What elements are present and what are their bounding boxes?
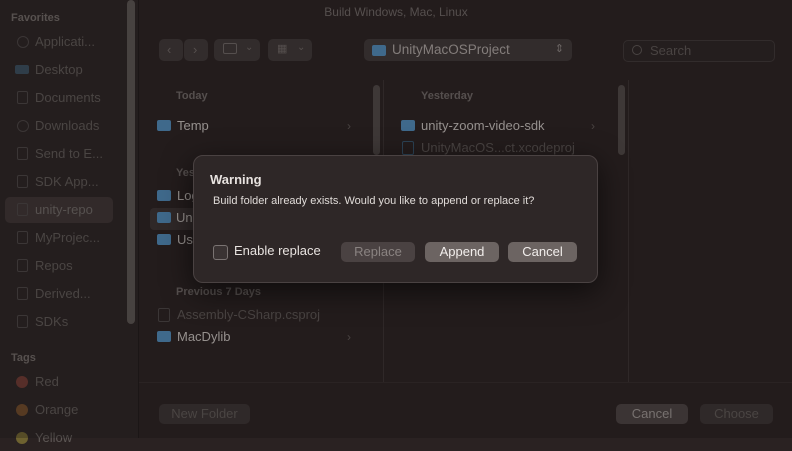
append-button[interactable]: Append xyxy=(425,242,499,262)
dialog-title: Warning xyxy=(210,172,262,187)
dialog-message: Build folder already exists. Would you l… xyxy=(213,195,535,207)
enable-replace-label[interactable]: Enable replace xyxy=(234,243,321,258)
replace-button[interactable]: Replace xyxy=(341,242,415,262)
warning-dialog: Warning Build folder already exists. Wou… xyxy=(193,155,598,283)
enable-replace-checkbox[interactable] xyxy=(213,245,228,260)
dialog-cancel-button[interactable]: Cancel xyxy=(508,242,577,262)
